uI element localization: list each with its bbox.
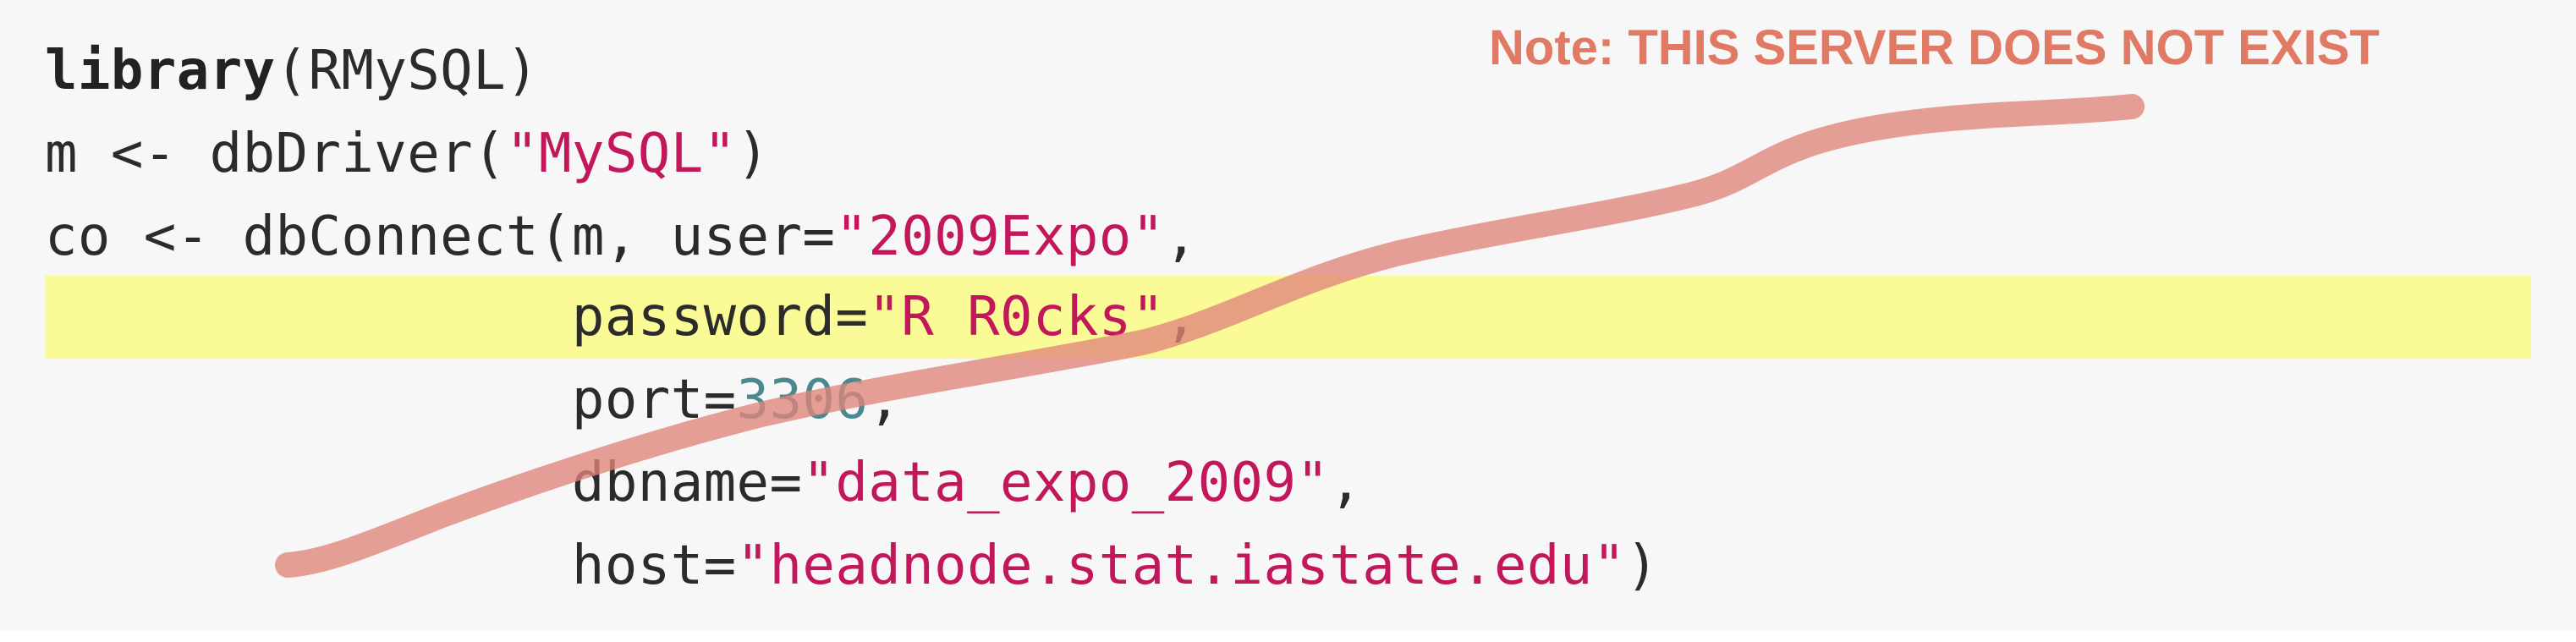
code-text: (RMySQL): [275, 40, 539, 102]
code-text: ,: [1164, 286, 1198, 348]
code-line-port: port=3306,: [45, 359, 901, 442]
code-text: ): [1625, 535, 1659, 597]
code-line-password: password="R R0cks",: [45, 276, 1198, 359]
code-line-driver: m <- dbDriver("MySQL"): [45, 112, 770, 195]
code-text: ,: [1164, 206, 1198, 268]
string-literal: "headnode.stat.iastate.edu": [736, 535, 1626, 597]
code-text: host=: [45, 535, 737, 597]
string-literal: "data_expo_2009": [802, 452, 1330, 514]
annotation-note: Note: THIS SERVER DOES NOT EXIST: [1489, 20, 2380, 75]
keyword-library: library: [45, 40, 276, 102]
code-text: password=: [45, 286, 869, 348]
string-literal: "2009Expo": [835, 206, 1165, 268]
number-literal: 3306: [736, 369, 869, 431]
string-literal: "R R0cks": [868, 286, 1165, 348]
code-line-connect: co <- dbConnect(m, user="2009Expo",: [45, 195, 1198, 278]
code-text: port=: [45, 369, 737, 431]
code-line-host: host="headnode.stat.iastate.edu"): [45, 524, 1659, 607]
code-text: dbname=: [45, 452, 803, 514]
code-text: m <- dbDriver(: [45, 123, 507, 185]
code-line-dbname: dbname="data_expo_2009",: [45, 442, 1362, 524]
code-text: ,: [868, 369, 902, 431]
code-line-library: library(RMySQL): [45, 30, 539, 112]
code-text: co <- dbConnect(m, user=: [45, 206, 836, 268]
code-text: ,: [1329, 452, 1363, 514]
code-text: ): [736, 123, 770, 185]
string-literal: "MySQL": [506, 123, 737, 185]
